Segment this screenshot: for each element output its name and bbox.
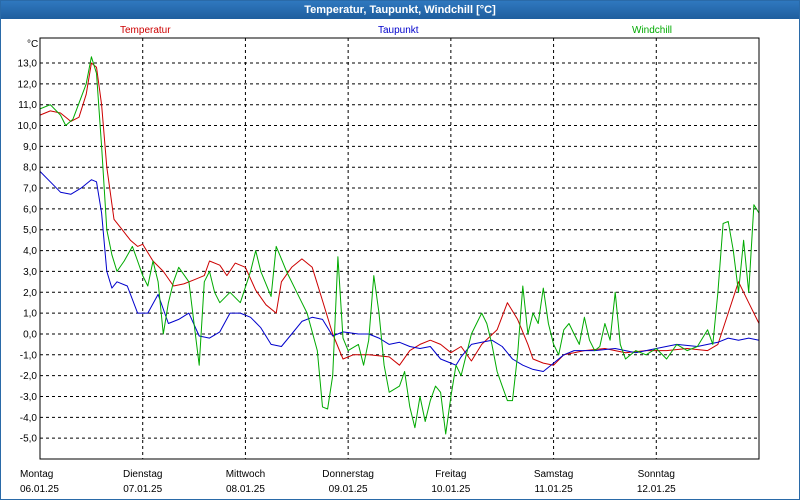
y-tick-label: 5,0 (23, 225, 37, 236)
y-tick-label: 10,0 (18, 121, 38, 132)
x-tick-date: 08.01.25 (226, 484, 265, 495)
series-line-temperatur (39, 62, 760, 366)
y-tick-label: -4,0 (20, 413, 38, 424)
y-tick-label: 2,0 (23, 288, 37, 299)
y-tick-label: 0,0 (23, 329, 37, 340)
y-tick-label: -3,0 (20, 392, 38, 403)
y-tick-label: 11,0 (18, 100, 37, 111)
line-chart: 13,0 12,0 11,0 10,0 9,0 8,0 7,0 6,0 5,0 4,0 3,0 2,0… (18, 37, 760, 495)
x-tick-day: Dienstag (123, 469, 162, 480)
y-tick-label: -2,0 (20, 371, 38, 382)
x-tick-day: Mittwoch (226, 469, 265, 480)
y-tick-labels: 13,0 12,0 11,0 10,0 9,0 8,0 7,0 6,0 5,0 4,0 3,0 2,0… (18, 59, 38, 445)
x-tick-day: Donnerstag (322, 469, 374, 480)
series-lines (39, 56, 760, 435)
series-line-taupunkt (39, 171, 760, 372)
y-tick-label: 9,0 (23, 142, 37, 153)
y-tick-label: 1,0 (23, 309, 37, 320)
x-tick-labels: Montag 06.01.25 Dienstag 07.01.25 Mittwoch 08… (20, 469, 676, 495)
x-tick-date: 09.01.25 (329, 484, 368, 495)
x-tick-date: 10.01.25 (431, 484, 470, 495)
y-tick-label: 8,0 (23, 163, 37, 174)
y-tick-label: 3,0 (23, 267, 37, 278)
x-tick-date: 12.01.25 (637, 484, 676, 495)
x-tick-date: 06.01.25 (20, 484, 59, 495)
y-tick-label: 12,0 (18, 79, 38, 90)
x-tick-date: 07.01.25 (123, 484, 162, 495)
y-tick-label: -5,0 (20, 434, 38, 445)
x-tick-day: Freitag (435, 469, 466, 480)
y-tick-label: 13,0 (18, 59, 38, 70)
x-tick-day: Samstag (534, 469, 573, 480)
y-tick-label: 7,0 (23, 184, 37, 195)
x-tick-day: Sonntag (638, 469, 675, 480)
plot-border (39, 37, 760, 460)
y-tick-label: -1,0 (20, 350, 38, 361)
series-line-windchill (39, 56, 760, 435)
grid-lines (40, 38, 759, 459)
x-tick-date: 11.01.25 (534, 484, 573, 495)
x-tick-day: Montag (20, 469, 53, 480)
y-tick-label: 4,0 (23, 246, 37, 257)
y-tick-label: 6,0 (23, 204, 37, 215)
